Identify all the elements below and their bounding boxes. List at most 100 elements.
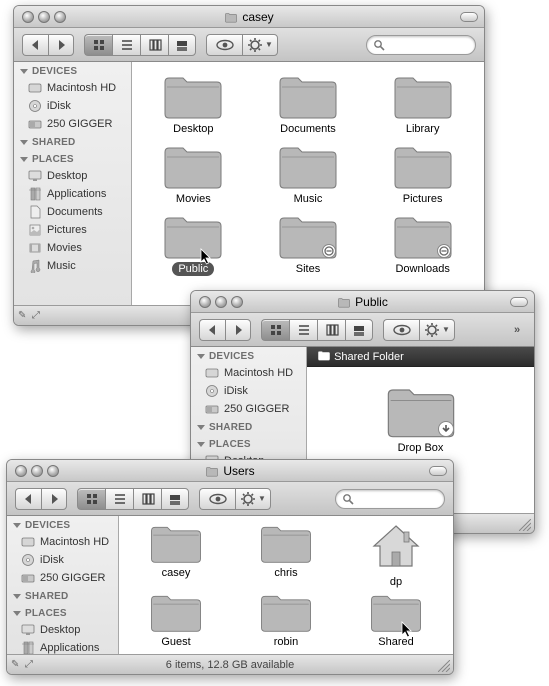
sidebar-item-movies[interactable]: Movies (14, 239, 131, 257)
sidebar-section-places[interactable]: PLACES (14, 150, 131, 167)
sidebar-item-idisk[interactable]: iDisk (7, 551, 118, 569)
icon-view-button[interactable] (77, 488, 105, 510)
sidebar-section-places[interactable]: PLACES (7, 604, 118, 621)
titlebar[interactable]: Users (7, 460, 453, 482)
folder-item[interactable]: Public (148, 212, 238, 276)
folder-item[interactable]: Music (263, 142, 353, 206)
sidebar-item-applications[interactable]: Applications (7, 639, 118, 654)
column-view-button[interactable] (140, 34, 168, 56)
quicklook-button[interactable] (383, 319, 419, 341)
action-menu-button[interactable]: ▼ (235, 488, 271, 510)
documents-icon (28, 205, 42, 219)
close-button[interactable] (15, 465, 27, 477)
toolbar-toggle-button[interactable] (429, 466, 447, 476)
titlebar[interactable]: Public (191, 291, 534, 313)
folder-icon (149, 591, 203, 633)
icon-view-button[interactable] (84, 34, 112, 56)
close-button[interactable] (199, 296, 211, 308)
finder-window-users[interactable]: Users ▼ DEVICES Macintosh HD iDisk (6, 459, 454, 675)
toolbar-toggle-button[interactable] (460, 12, 478, 22)
folder-item[interactable]: Movies (148, 142, 238, 206)
sidebar-section-shared[interactable]: SHARED (7, 587, 118, 604)
sidebar-section-shared[interactable]: SHARED (14, 133, 131, 150)
resize-grip-icon[interactable] (438, 660, 450, 672)
folder-item[interactable]: Sites (263, 212, 353, 276)
column-view-button[interactable] (317, 319, 345, 341)
sidebar-item-macintosh-hd[interactable]: Macintosh HD (191, 364, 306, 382)
sidebar-item-macintosh-hd[interactable]: Macintosh HD (14, 79, 131, 97)
sidebar-item-desktop[interactable]: Desktop (7, 621, 118, 639)
close-button[interactable] (22, 11, 34, 23)
resize-grip-icon[interactable] (519, 519, 531, 531)
list-view-button[interactable] (289, 319, 317, 341)
search-field[interactable] (335, 489, 445, 509)
minimize-button[interactable] (215, 296, 227, 308)
sidebar-item-music[interactable]: Music (14, 257, 131, 275)
folder-item[interactable]: Library (378, 72, 468, 136)
minimize-button[interactable] (38, 11, 50, 23)
forward-button[interactable] (225, 319, 251, 341)
zoom-button[interactable] (231, 296, 243, 308)
folder-icon (163, 142, 223, 190)
forward-button[interactable] (48, 34, 74, 56)
folder-item[interactable]: Downloads (378, 212, 468, 276)
window-title-text: Users (223, 464, 254, 478)
home-folder-item[interactable]: dp (351, 522, 441, 589)
back-button[interactable] (15, 488, 41, 510)
search-input[interactable] (357, 493, 438, 505)
dropbox-badge-icon (438, 421, 454, 437)
sidebar-item-idisk[interactable]: iDisk (191, 382, 306, 400)
movies-icon (28, 241, 42, 255)
content-area[interactable]: casey chris dp Guest robin Shared (119, 516, 453, 654)
list-view-button[interactable] (105, 488, 133, 510)
folder-item[interactable]: Guest (131, 591, 221, 649)
column-view-button[interactable] (133, 488, 161, 510)
content-area[interactable]: Desktop Documents Library Movies Music P… (132, 62, 484, 305)
folder-item[interactable]: Drop Box (376, 383, 466, 455)
coverflow-view-button[interactable] (345, 319, 373, 341)
sidebar-item-idisk[interactable]: iDisk (14, 97, 131, 115)
folder-item[interactable]: robin (241, 591, 331, 649)
sidebar-item-macintosh-hd[interactable]: Macintosh HD (7, 533, 118, 551)
sidebar-section-shared[interactable]: SHARED (191, 418, 306, 435)
list-view-button[interactable] (112, 34, 140, 56)
folder-icon (149, 522, 203, 564)
folder-item[interactable]: Pictures (378, 142, 468, 206)
sidebar-section-places[interactable]: PLACES (191, 435, 306, 452)
folder-item[interactable]: Documents (263, 72, 353, 136)
back-button[interactable] (22, 34, 48, 56)
forward-button[interactable] (41, 488, 67, 510)
folder-item[interactable]: Desktop (148, 72, 238, 136)
folder-item[interactable]: chris (241, 522, 331, 589)
search-input[interactable] (388, 39, 469, 51)
zoom-button[interactable] (54, 11, 66, 23)
folder-item[interactable]: casey (131, 522, 221, 589)
coverflow-view-button[interactable] (168, 34, 196, 56)
icon-view-button[interactable] (261, 319, 289, 341)
sidebar-section-devices[interactable]: DEVICES (191, 347, 306, 364)
sidebar-item-desktop[interactable]: Desktop (14, 167, 131, 185)
back-button[interactable] (199, 319, 225, 341)
sidebar-section-devices[interactable]: DEVICES (7, 516, 118, 533)
sidebar-item-250-gigger[interactable]: 250 GIGGER (7, 569, 118, 587)
sidebar-item-pictures[interactable]: Pictures (14, 221, 131, 239)
search-field[interactable] (366, 35, 476, 55)
titlebar[interactable]: casey (14, 6, 484, 28)
minimize-button[interactable] (31, 465, 43, 477)
quicklook-button[interactable] (199, 488, 235, 510)
sidebar-item-250-gigger[interactable]: 250 GIGGER (14, 115, 131, 133)
sidebar-item-documents[interactable]: Documents (14, 203, 131, 221)
coverflow-view-button[interactable] (161, 488, 189, 510)
action-menu-button[interactable]: ▼ (419, 319, 455, 341)
no-access-badge-icon (437, 244, 451, 258)
toolbar-toggle-button[interactable] (510, 297, 528, 307)
sidebar-section-devices[interactable]: DEVICES (14, 62, 131, 79)
quicklook-button[interactable] (206, 34, 242, 56)
toolbar-overflow-button[interactable]: » (508, 319, 526, 341)
sidebar-item-250-gigger[interactable]: 250 GIGGER (191, 400, 306, 418)
finder-window-casey[interactable]: casey ▼ DEVICES Macintosh HD iDisk (13, 5, 485, 326)
zoom-button[interactable] (47, 465, 59, 477)
action-menu-button[interactable]: ▼ (242, 34, 278, 56)
sidebar-item-applications[interactable]: Applications (14, 185, 131, 203)
folder-item[interactable]: Shared (351, 591, 441, 649)
